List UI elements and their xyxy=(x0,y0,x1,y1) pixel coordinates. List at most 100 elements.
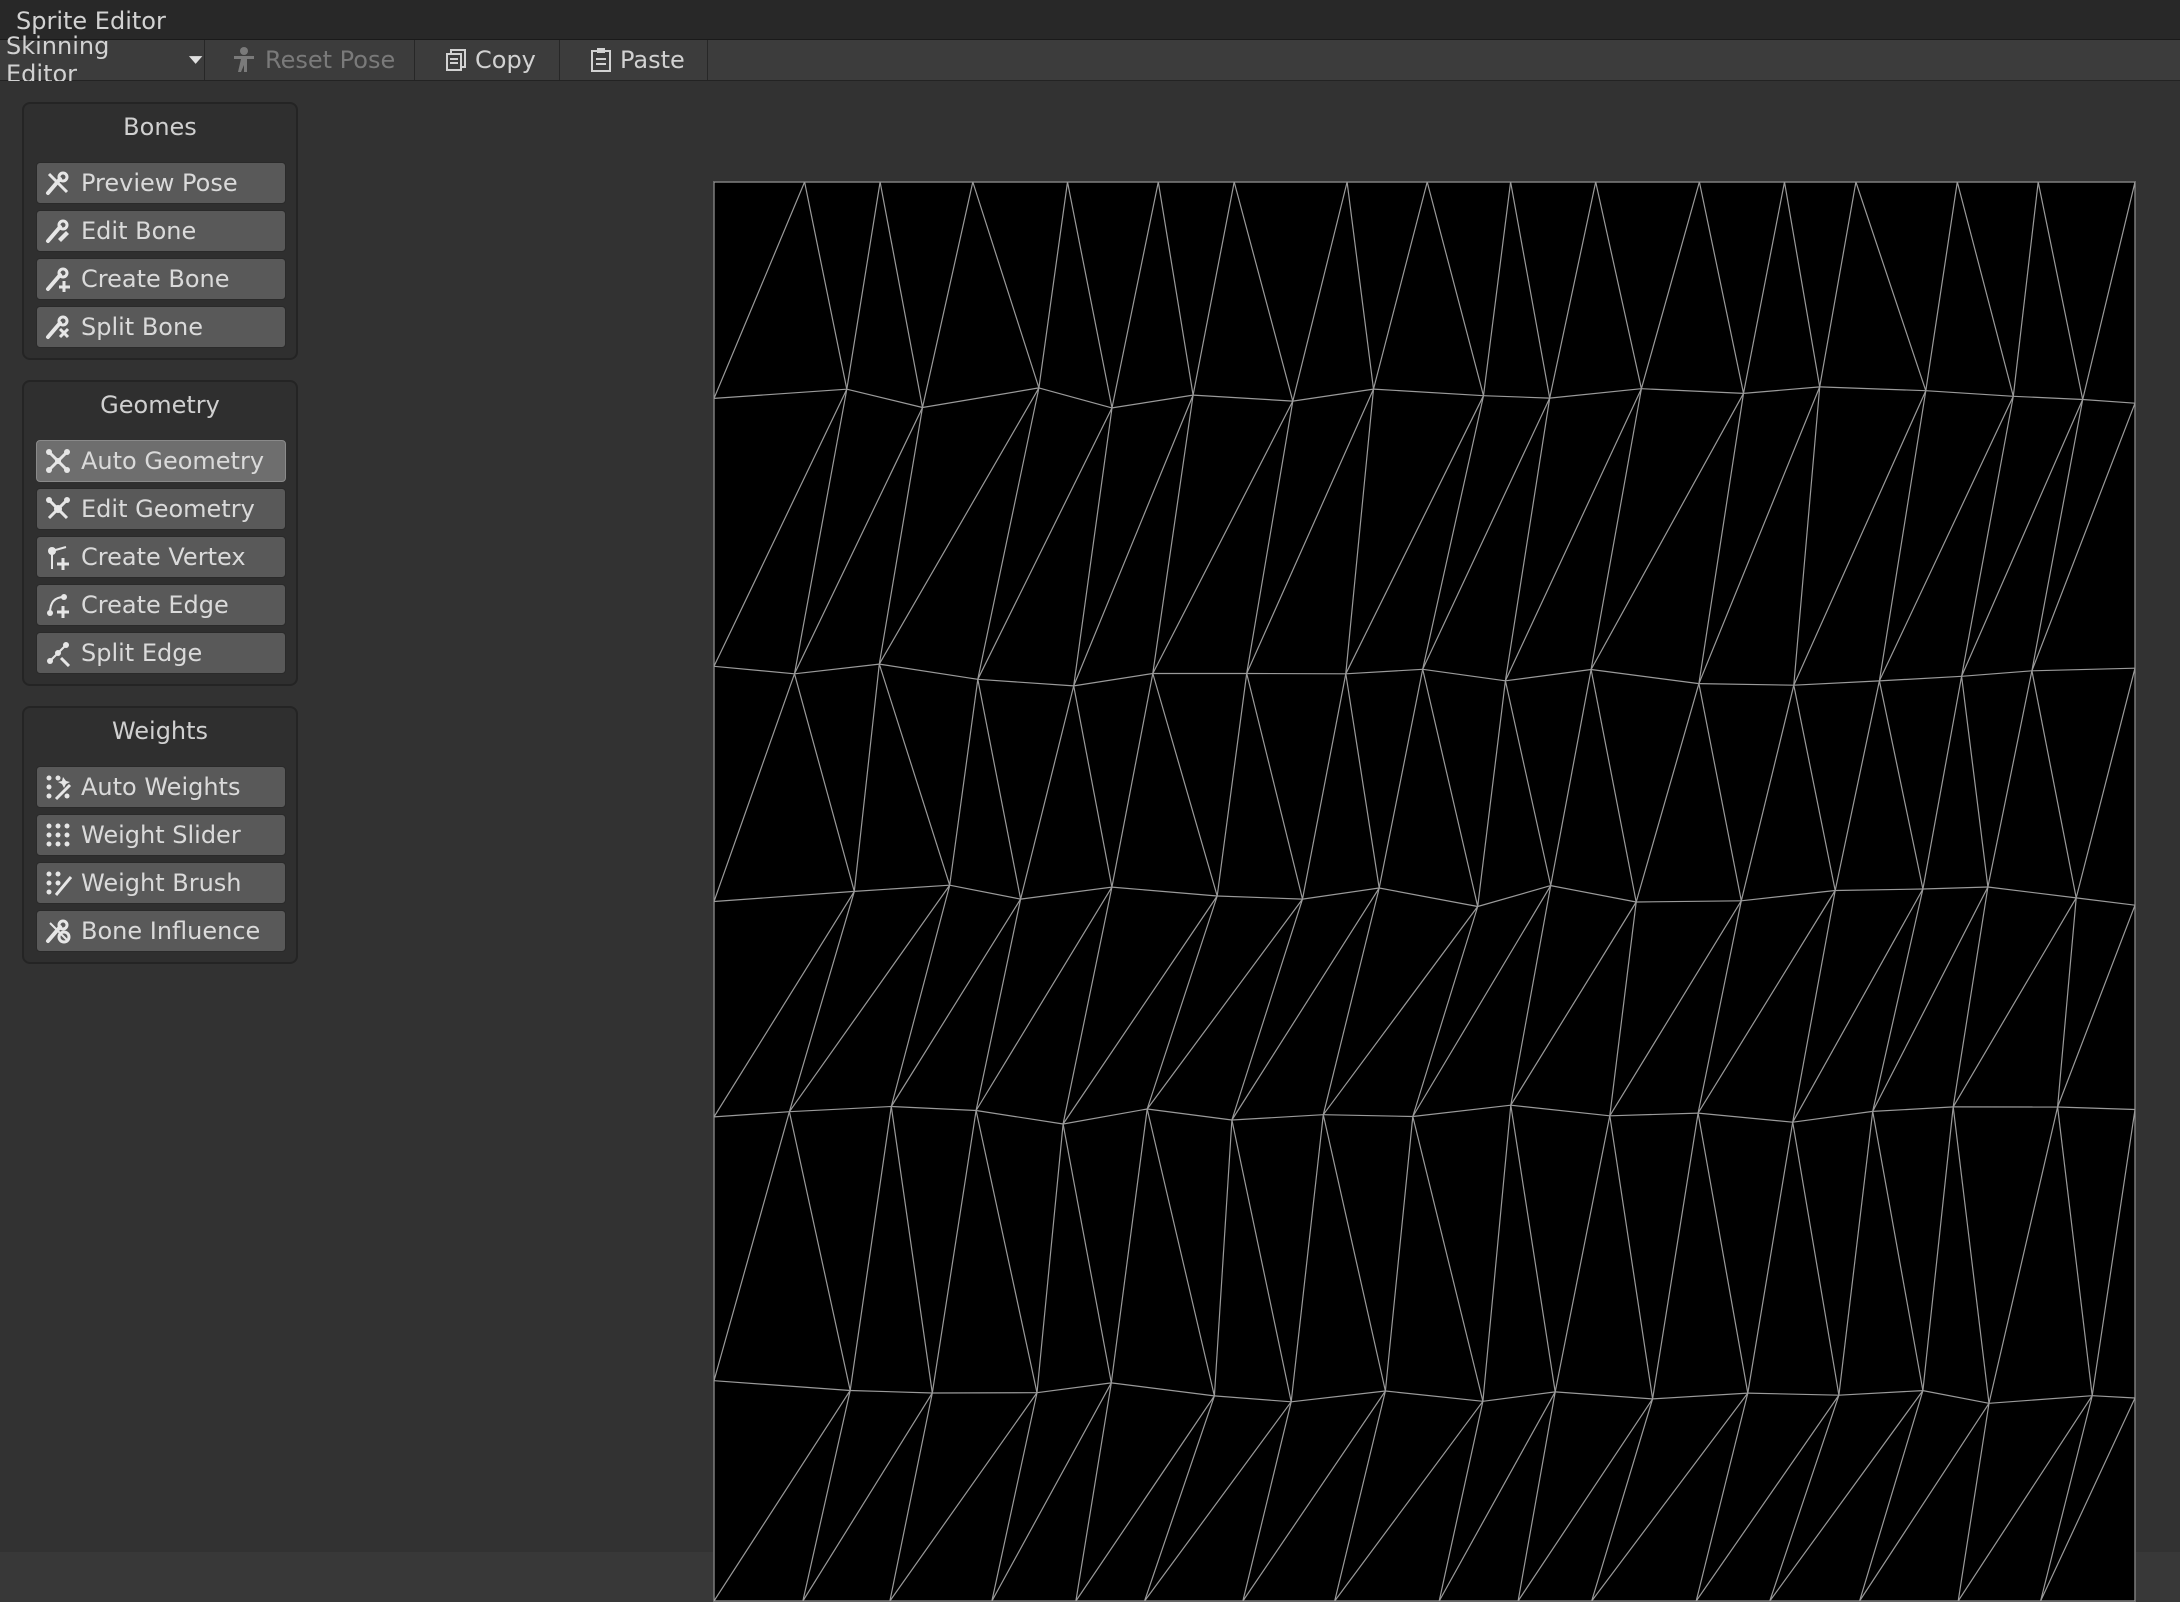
mesh-edge xyxy=(1483,1105,1511,1401)
mesh-edge xyxy=(1699,684,1741,901)
mesh-edge xyxy=(1427,182,1483,396)
mesh-edge xyxy=(1232,899,1303,1120)
mesh-edge xyxy=(1063,1124,1111,1383)
mesh-edge xyxy=(714,891,854,1117)
mesh-edge xyxy=(2041,1396,2093,1601)
mesh-edge xyxy=(1147,896,1217,1109)
bone-influence-button[interactable]: Bone Influence xyxy=(36,910,286,952)
mesh-edge xyxy=(1112,182,1158,408)
mesh-edge xyxy=(1873,889,1923,1111)
editor-mode-dropdown[interactable]: Skinning Editor xyxy=(0,40,205,80)
mesh-edge xyxy=(2058,1107,2135,1110)
mesh-edge xyxy=(1505,389,1641,681)
mesh-edge xyxy=(950,679,978,885)
weight-brush-label: Weight Brush xyxy=(81,869,242,897)
mesh-edge xyxy=(1958,1403,1989,1601)
split-bone-button[interactable]: Split Bone xyxy=(36,306,286,348)
mesh-edge xyxy=(1335,1391,1386,1601)
mesh-edge xyxy=(890,1393,932,1601)
weight-brush-button[interactable]: Weight Brush xyxy=(36,862,286,904)
create-vertex-button[interactable]: Create Vertex xyxy=(36,536,286,578)
mesh-edge xyxy=(1484,182,1511,396)
auto-geometry-button[interactable]: Auto Geometry xyxy=(36,440,286,482)
mesh-edge xyxy=(1074,408,1112,686)
mesh-edge xyxy=(2032,668,2135,671)
mesh-edge xyxy=(2032,403,2135,671)
mesh-edge xyxy=(1698,1113,1748,1393)
mesh-edge xyxy=(1379,669,1423,888)
mesh-edge xyxy=(847,182,880,389)
paste-button[interactable]: Paste xyxy=(560,40,708,80)
mesh-edge xyxy=(1346,389,1374,674)
reset-pose-button[interactable]: Reset Pose xyxy=(205,40,415,80)
mesh-edge xyxy=(1346,669,1423,674)
bones-panel: Bones Preview Pose Edit Bone Create Bone… xyxy=(22,102,298,360)
mesh-edge xyxy=(1505,670,1591,681)
auto-weights-button[interactable]: Auto Weights xyxy=(36,766,286,808)
geometry-mesh xyxy=(714,182,2135,1601)
mesh-edge xyxy=(1873,1111,1923,1390)
mesh-edge xyxy=(976,1111,1063,1125)
window-title: Sprite Editor xyxy=(16,7,166,35)
edit-geometry-button[interactable]: Edit Geometry xyxy=(36,488,286,530)
mesh-edge xyxy=(1610,901,1742,1116)
create-edge-button[interactable]: Create Edge xyxy=(36,584,286,626)
mesh-edge xyxy=(850,1391,932,1394)
mesh-edge xyxy=(1696,1395,1839,1601)
mesh-edge xyxy=(1323,907,1477,1115)
weight-slider-button[interactable]: Weight Slider xyxy=(36,814,286,856)
mesh-edge xyxy=(1158,182,1193,395)
create-bone-button[interactable]: Create Bone xyxy=(36,258,286,300)
preview-pose-button[interactable]: Preview Pose xyxy=(36,162,286,204)
mesh-edge xyxy=(1794,387,1820,685)
mesh-edge xyxy=(1423,669,1478,906)
mesh-edge xyxy=(1653,1113,1699,1399)
mesh-edge xyxy=(714,389,847,666)
mesh-edge xyxy=(1247,401,1293,673)
mesh-edge xyxy=(891,1107,932,1394)
mesh-edge xyxy=(1699,387,1820,684)
dropdown-arrow-icon xyxy=(187,54,204,66)
mesh-edge xyxy=(976,899,1021,1110)
mesh-edge xyxy=(1785,182,1820,387)
mesh-edge xyxy=(2038,182,2083,400)
mesh-edge xyxy=(1550,389,1642,398)
mesh-edge xyxy=(1247,389,1374,673)
mesh-edge xyxy=(795,389,847,674)
copy-button[interactable]: Copy xyxy=(415,40,560,80)
reset-pose-icon xyxy=(231,46,257,74)
mesh-edge xyxy=(1232,1115,1323,1120)
sprite-mesh-viewport[interactable] xyxy=(713,181,2136,1602)
mesh-edge xyxy=(2092,1110,2135,1396)
mesh-edge xyxy=(2092,1396,2135,1398)
mesh-edge xyxy=(1744,182,1785,393)
mesh-edge xyxy=(1385,1117,1412,1392)
copy-icon xyxy=(445,48,467,72)
mesh-edge xyxy=(2013,182,2038,396)
mesh-edge xyxy=(1989,1396,2092,1404)
mesh-edge xyxy=(1483,1392,1555,1401)
mesh-edge xyxy=(1323,1115,1385,1391)
mesh-edge xyxy=(795,674,855,892)
split-edge-button[interactable]: Split Edge xyxy=(36,632,286,674)
mesh-edge xyxy=(1592,1399,1653,1601)
edit-bone-button[interactable]: Edit Bone xyxy=(36,210,286,252)
mesh-edge xyxy=(1111,1109,1147,1383)
mesh-edge xyxy=(1962,396,2014,676)
mesh-edge xyxy=(1591,670,1636,903)
mesh-edge xyxy=(1423,398,1550,669)
mesh-edge xyxy=(1591,393,1743,669)
mesh-edge xyxy=(1214,1120,1232,1396)
mesh-edge xyxy=(1303,888,1380,899)
mesh-edge xyxy=(1770,1395,1839,1601)
mesh-edge xyxy=(1794,685,1835,890)
mesh-edge xyxy=(1112,887,1217,896)
mesh-edge xyxy=(1147,1109,1214,1396)
mesh-edge xyxy=(1839,1391,1923,1396)
mesh-edge xyxy=(1021,887,1112,899)
mesh-edge xyxy=(879,664,978,679)
mesh-edge xyxy=(1962,671,2032,677)
mesh-edge xyxy=(976,887,1112,1110)
mesh-edge xyxy=(1478,681,1506,907)
mesh-edge xyxy=(880,182,922,408)
